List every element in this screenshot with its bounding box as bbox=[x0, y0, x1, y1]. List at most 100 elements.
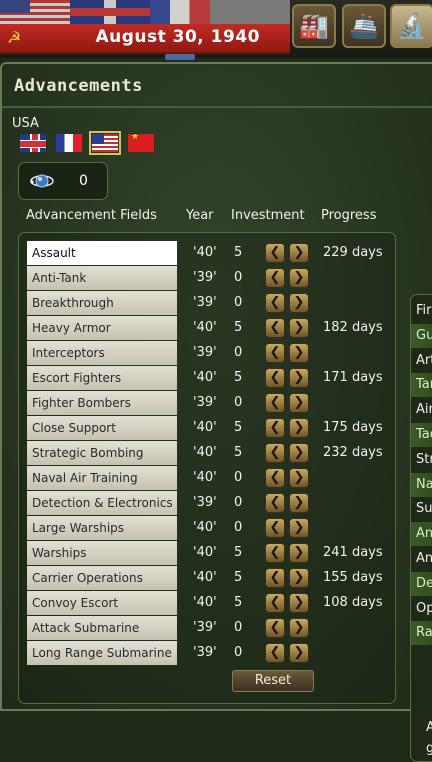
increase-investment-button[interactable]: ❯ bbox=[289, 518, 309, 538]
decrease-investment-button[interactable]: ❮ bbox=[265, 318, 285, 338]
advancement-row[interactable]: Fighter Bombers '39' 0 ❮ ❯ bbox=[27, 391, 387, 415]
advancement-row[interactable]: Long Range Submarine '39' 0 ❮ ❯ bbox=[27, 641, 387, 665]
advancement-row[interactable]: Carrier Operations '40' 5 ❮ ❯ 155 days bbox=[27, 566, 387, 590]
advancement-field-name[interactable]: Attack Submarine bbox=[27, 616, 177, 640]
research-button[interactable]: 🔬 bbox=[390, 4, 432, 48]
secondary-field-item[interactable]: Ra bbox=[411, 621, 432, 646]
decrease-investment-button[interactable]: ❮ bbox=[265, 468, 285, 488]
advancement-row[interactable]: Anti-Tank '39' 0 ❮ ❯ bbox=[27, 266, 387, 290]
decrease-investment-button[interactable]: ❮ bbox=[265, 368, 285, 388]
production-button[interactable]: 🏭 bbox=[292, 4, 336, 48]
decrease-investment-button[interactable]: ❮ bbox=[265, 393, 285, 413]
advancement-year: '39' bbox=[193, 345, 217, 360]
decrease-investment-button[interactable]: ❮ bbox=[265, 343, 285, 363]
decrease-investment-button[interactable]: ❮ bbox=[265, 618, 285, 638]
uk-flag-button[interactable] bbox=[20, 134, 46, 152]
advancement-row[interactable]: Convoy Escort '40' 5 ❮ ❯ 108 days bbox=[27, 591, 387, 615]
secondary-field-item[interactable]: Su bbox=[416, 497, 432, 521]
secondary-field-item[interactable]: Tar bbox=[411, 373, 432, 398]
advancement-field-name[interactable]: Carrier Operations bbox=[27, 566, 177, 590]
advancement-row[interactable]: Breakthrough '39' 0 ❮ ❯ bbox=[27, 291, 387, 315]
advancement-field-name[interactable]: Naval Air Training bbox=[27, 466, 177, 490]
secondary-field-item[interactable]: Air bbox=[416, 398, 432, 422]
reset-button[interactable]: Reset bbox=[232, 670, 314, 692]
secondary-field-item[interactable]: De bbox=[411, 571, 432, 596]
decrease-investment-button[interactable]: ❮ bbox=[265, 443, 285, 463]
advancement-field-name[interactable]: Interceptors bbox=[27, 341, 177, 365]
increase-investment-button[interactable]: ❯ bbox=[289, 543, 309, 563]
advancement-row[interactable]: Warships '40' 5 ❮ ❯ 241 days bbox=[27, 541, 387, 565]
decrease-investment-button[interactable]: ❮ bbox=[265, 268, 285, 288]
usa-flag-banner bbox=[0, 0, 70, 24]
increase-investment-button[interactable]: ❯ bbox=[289, 493, 309, 513]
advancement-row[interactable]: Strategic Bombing '40' 5 ❮ ❯ 232 days bbox=[27, 441, 387, 465]
decrease-investment-button[interactable]: ❮ bbox=[265, 593, 285, 613]
advancement-row[interactable]: Attack Submarine '39' 0 ❮ ❯ bbox=[27, 616, 387, 640]
advancement-row[interactable]: Large Warships '40' 0 ❮ ❯ bbox=[27, 516, 387, 540]
secondary-field-item[interactable]: An bbox=[416, 547, 432, 571]
china-flag-button[interactable] bbox=[128, 134, 154, 152]
advancement-field-name[interactable]: Convoy Escort bbox=[27, 591, 177, 615]
decrease-investment-button[interactable]: ❮ bbox=[265, 543, 285, 563]
increase-investment-button[interactable]: ❯ bbox=[289, 418, 309, 438]
advancement-progress: 155 days bbox=[323, 570, 383, 585]
increase-investment-button[interactable]: ❯ bbox=[289, 293, 309, 313]
increase-investment-button[interactable]: ❯ bbox=[289, 268, 309, 288]
advancement-row[interactable]: Interceptors '39' 0 ❮ ❯ bbox=[27, 341, 387, 365]
increase-investment-button[interactable]: ❯ bbox=[289, 343, 309, 363]
secondary-field-item[interactable]: Fir bbox=[416, 299, 432, 323]
advancement-investment: 5 bbox=[234, 445, 243, 460]
advancement-field-name[interactable]: Heavy Armor bbox=[27, 316, 177, 340]
secondary-field-item[interactable]: Art bbox=[416, 349, 432, 373]
advancement-field-name[interactable]: Warships bbox=[27, 541, 177, 565]
advancement-field-name[interactable]: Large Warships bbox=[27, 516, 177, 540]
advancement-field-name[interactable]: Breakthrough bbox=[27, 291, 177, 315]
decrease-investment-button[interactable]: ❮ bbox=[265, 643, 285, 663]
advancement-field-name[interactable]: Strategic Bombing bbox=[27, 441, 177, 465]
advancement-field-name[interactable]: Escort Fighters bbox=[27, 366, 177, 390]
advancement-field-name[interactable]: Close Support bbox=[27, 416, 177, 440]
increase-investment-button[interactable]: ❯ bbox=[289, 318, 309, 338]
secondary-list-footer: A g bbox=[426, 717, 432, 759]
increase-investment-button[interactable]: ❯ bbox=[289, 243, 309, 263]
advancement-row[interactable]: Naval Air Training '40' 0 ❮ ❯ bbox=[27, 466, 387, 490]
decrease-investment-button[interactable]: ❮ bbox=[265, 493, 285, 513]
advancement-row[interactable]: Assault '40' 5 ❮ ❯ 229 days bbox=[27, 241, 387, 265]
decrease-investment-button[interactable]: ❮ bbox=[265, 568, 285, 588]
advancement-investment: 5 bbox=[234, 570, 243, 585]
advancement-field-name[interactable]: Anti-Tank bbox=[27, 266, 177, 290]
increase-investment-button[interactable]: ❯ bbox=[289, 393, 309, 413]
increase-investment-button[interactable]: ❯ bbox=[289, 468, 309, 488]
decrease-investment-button[interactable]: ❮ bbox=[265, 293, 285, 313]
advancement-year: '40' bbox=[193, 445, 217, 460]
secondary-field-item[interactable]: Str bbox=[416, 448, 432, 472]
advancement-field-name[interactable]: Long Range Submarine bbox=[27, 641, 177, 665]
advancement-field-name[interactable]: Assault bbox=[27, 241, 177, 265]
decrease-investment-button[interactable]: ❮ bbox=[265, 243, 285, 263]
increase-investment-button[interactable]: ❯ bbox=[289, 443, 309, 463]
secondary-field-item[interactable]: Tac bbox=[411, 423, 432, 447]
advancement-field-name[interactable]: Detection & Electronics bbox=[27, 491, 177, 515]
increase-investment-button[interactable]: ❯ bbox=[289, 368, 309, 388]
advancement-row[interactable]: Heavy Armor '40' 5 ❮ ❯ 182 days bbox=[27, 316, 387, 340]
secondary-field-item[interactable]: Gu bbox=[411, 323, 432, 348]
decrease-investment-button[interactable]: ❮ bbox=[265, 418, 285, 438]
increase-investment-button[interactable]: ❯ bbox=[289, 643, 309, 663]
advancement-row[interactable]: Close Support '40' 5 ❮ ❯ 175 days bbox=[27, 416, 387, 440]
increase-investment-button[interactable]: ❯ bbox=[289, 593, 309, 613]
secondary-field-item[interactable]: Na bbox=[411, 472, 432, 497]
increase-investment-button[interactable]: ❯ bbox=[289, 618, 309, 638]
advancement-row[interactable]: Detection & Electronics '39' 0 ❮ ❯ bbox=[27, 491, 387, 515]
france-flag-button[interactable] bbox=[56, 134, 82, 152]
advancement-row[interactable]: Escort Fighters '40' 5 ❮ ❯ 171 days bbox=[27, 366, 387, 390]
advancement-field-name[interactable]: Fighter Bombers bbox=[27, 391, 177, 415]
decrease-investment-button[interactable]: ❮ bbox=[265, 518, 285, 538]
usa-flag-button[interactable] bbox=[89, 131, 121, 155]
advancement-progress: 171 days bbox=[323, 370, 383, 385]
secondary-field-item[interactable]: Op bbox=[416, 597, 432, 621]
increase-investment-button[interactable]: ❯ bbox=[289, 568, 309, 588]
naval-button[interactable]: 🚢 bbox=[342, 4, 386, 48]
country-name: USA bbox=[12, 116, 39, 131]
advancement-year: '40' bbox=[193, 570, 217, 585]
secondary-field-item[interactable]: An bbox=[411, 522, 432, 547]
